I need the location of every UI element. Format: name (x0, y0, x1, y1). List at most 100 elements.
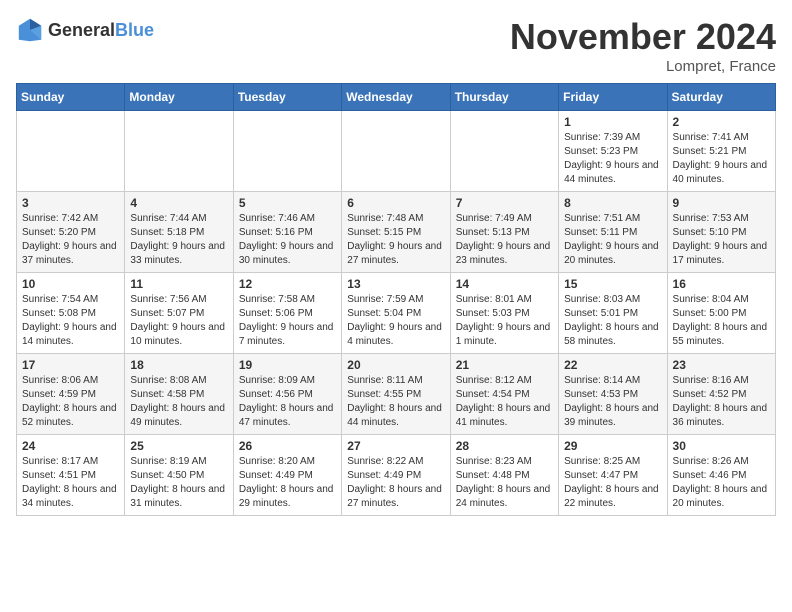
day-number: 19 (239, 358, 336, 372)
calendar-table: SundayMondayTuesdayWednesdayThursdayFrid… (16, 83, 776, 516)
calendar-cell: 2Sunrise: 7:41 AM Sunset: 5:21 PM Daylig… (667, 111, 775, 192)
day-info: Sunrise: 7:44 AM Sunset: 5:18 PM Dayligh… (130, 212, 227, 268)
day-number: 12 (239, 277, 336, 291)
calendar-cell: 27 Sunrise: 8:22 AM Sunset: 4:49 PM Dayli… (342, 435, 450, 516)
day-number: 29 (564, 439, 661, 453)
logo: GeneralBlue (16, 16, 154, 44)
weekday-header-thursday: Thursday (450, 84, 558, 111)
day-number: 15 (564, 277, 661, 291)
calendar-cell: 9 Sunrise: 7:53 AM Sunset: 5:10 PM Daylig… (667, 192, 775, 273)
day-info: Sunrise: 7:46 AM Sunset: 5:16 PM Dayligh… (239, 212, 336, 268)
day-number: 16 (673, 277, 770, 291)
day-info: Sunrise: 7:41 AM Sunset: 5:21 PM Dayligh… (673, 131, 770, 187)
calendar-cell: 23 Sunrise: 8:16 AM Sunset: 4:52 PM Dayli… (667, 354, 775, 435)
day-number: 5 (239, 196, 336, 210)
month-title: November 2024 (510, 16, 776, 58)
calendar-cell: 29 Sunrise: 8:25 AM Sunset: 4:47 PM Dayli… (559, 435, 667, 516)
calendar-cell (17, 111, 125, 192)
weekday-header-sunday: Sunday (17, 84, 125, 111)
logo-icon (16, 16, 44, 44)
calendar-cell: 22 Sunrise: 8:14 AM Sunset: 4:53 PM Dayli… (559, 354, 667, 435)
header: GeneralBlue November 2024 Lompret, Franc… (16, 16, 776, 75)
day-info: Sunrise: 8:20 AM Sunset: 4:49 PM Dayligh… (239, 455, 336, 511)
day-number: 1 (564, 115, 661, 129)
logo-text-general: General (48, 20, 115, 40)
day-info: Sunrise: 7:51 AM Sunset: 5:11 PM Dayligh… (564, 212, 661, 268)
day-number: 9 (673, 196, 770, 210)
calendar-cell: 19 Sunrise: 8:09 AM Sunset: 4:56 PM Dayli… (233, 354, 341, 435)
calendar-cell: 30 Sunrise: 8:26 AM Sunset: 4:46 PM Dayli… (667, 435, 775, 516)
day-info: Sunrise: 8:09 AM Sunset: 4:56 PM Dayligh… (239, 374, 336, 430)
weekday-header-row: SundayMondayTuesdayWednesdayThursdayFrid… (17, 84, 776, 111)
day-info: Sunrise: 8:12 AM Sunset: 4:54 PM Dayligh… (456, 374, 553, 430)
day-info: Sunrise: 8:22 AM Sunset: 4:49 PM Dayligh… (347, 455, 444, 511)
day-info: Sunrise: 8:19 AM Sunset: 4:50 PM Dayligh… (130, 455, 227, 511)
day-info: Sunrise: 8:17 AM Sunset: 4:51 PM Dayligh… (22, 455, 119, 511)
calendar-cell: 20Sunrise: 8:11 AM Sunset: 4:55 PM Dayli… (342, 354, 450, 435)
calendar-cell: 15 Sunrise: 8:03 AM Sunset: 5:01 PM Dayli… (559, 273, 667, 354)
day-info: Sunrise: 7:48 AM Sunset: 5:15 PM Dayligh… (347, 212, 444, 268)
day-number: 8 (564, 196, 661, 210)
calendar-cell: 26 Sunrise: 8:20 AM Sunset: 4:49 PM Dayli… (233, 435, 341, 516)
weekday-header-wednesday: Wednesday (342, 84, 450, 111)
week-row-3: 10 Sunrise: 7:54 AM Sunset: 5:08 PM Dayli… (17, 273, 776, 354)
day-number: 6 (347, 196, 444, 210)
calendar-cell (342, 111, 450, 192)
weekday-header-tuesday: Tuesday (233, 84, 341, 111)
day-number: 27 (347, 439, 444, 453)
day-number: 13 (347, 277, 444, 291)
calendar-cell: 21 Sunrise: 8:12 AM Sunset: 4:54 PM Dayli… (450, 354, 558, 435)
calendar-cell: 6 Sunrise: 7:48 AM Sunset: 5:15 PM Daylig… (342, 192, 450, 273)
weekday-header-monday: Monday (125, 84, 233, 111)
calendar-cell (233, 111, 341, 192)
day-info: Sunrise: 7:53 AM Sunset: 5:10 PM Dayligh… (673, 212, 770, 268)
day-number: 22 (564, 358, 661, 372)
calendar-cell: 13Sunrise: 7:59 AM Sunset: 5:04 PM Dayli… (342, 273, 450, 354)
calendar-cell: 28Sunrise: 8:23 AM Sunset: 4:48 PM Dayli… (450, 435, 558, 516)
day-info: Sunrise: 7:49 AM Sunset: 5:13 PM Dayligh… (456, 212, 553, 268)
day-number: 17 (22, 358, 119, 372)
day-info: Sunrise: 8:16 AM Sunset: 4:52 PM Dayligh… (673, 374, 770, 430)
calendar-cell: 14Sunrise: 8:01 AM Sunset: 5:03 PM Dayli… (450, 273, 558, 354)
day-info: Sunrise: 8:14 AM Sunset: 4:53 PM Dayligh… (564, 374, 661, 430)
calendar-cell: 16 Sunrise: 8:04 AM Sunset: 5:00 PM Dayli… (667, 273, 775, 354)
calendar-cell: 12 Sunrise: 7:58 AM Sunset: 5:06 PM Dayli… (233, 273, 341, 354)
day-number: 23 (673, 358, 770, 372)
calendar-cell (125, 111, 233, 192)
day-info: Sunrise: 7:58 AM Sunset: 5:06 PM Dayligh… (239, 293, 336, 349)
calendar-cell: 7 Sunrise: 7:49 AM Sunset: 5:13 PM Daylig… (450, 192, 558, 273)
day-number: 7 (456, 196, 553, 210)
day-number: 21 (456, 358, 553, 372)
calendar-cell: 25Sunrise: 8:19 AM Sunset: 4:50 PM Dayli… (125, 435, 233, 516)
day-number: 10 (22, 277, 119, 291)
day-info: Sunrise: 8:06 AM Sunset: 4:59 PM Dayligh… (22, 374, 119, 430)
day-info: Sunrise: 7:54 AM Sunset: 5:08 PM Dayligh… (22, 293, 119, 349)
calendar-cell (450, 111, 558, 192)
day-number: 28 (456, 439, 553, 453)
day-number: 26 (239, 439, 336, 453)
location: Lompret, France (510, 58, 776, 75)
day-number: 4 (130, 196, 227, 210)
day-number: 24 (22, 439, 119, 453)
day-number: 14 (456, 277, 553, 291)
day-number: 18 (130, 358, 227, 372)
day-info: Sunrise: 8:08 AM Sunset: 4:58 PM Dayligh… (130, 374, 227, 430)
week-row-2: 3Sunrise: 7:42 AM Sunset: 5:20 PM Daylig… (17, 192, 776, 273)
calendar-cell: 24 Sunrise: 8:17 AM Sunset: 4:51 PM Dayli… (17, 435, 125, 516)
day-info: Sunrise: 8:03 AM Sunset: 5:01 PM Dayligh… (564, 293, 661, 349)
day-info: Sunrise: 8:11 AM Sunset: 4:55 PM Dayligh… (347, 374, 444, 430)
day-info: Sunrise: 8:25 AM Sunset: 4:47 PM Dayligh… (564, 455, 661, 511)
calendar-cell: 17 Sunrise: 8:06 AM Sunset: 4:59 PM Dayli… (17, 354, 125, 435)
day-number: 30 (673, 439, 770, 453)
calendar-cell: 3Sunrise: 7:42 AM Sunset: 5:20 PM Daylig… (17, 192, 125, 273)
day-number: 11 (130, 277, 227, 291)
day-info: Sunrise: 8:26 AM Sunset: 4:46 PM Dayligh… (673, 455, 770, 511)
day-info: Sunrise: 7:56 AM Sunset: 5:07 PM Dayligh… (130, 293, 227, 349)
title-area: November 2024 Lompret, France (510, 16, 776, 75)
calendar-cell: 11 Sunrise: 7:56 AM Sunset: 5:07 PM Dayli… (125, 273, 233, 354)
week-row-1: 1Sunrise: 7:39 AM Sunset: 5:23 PM Daylig… (17, 111, 776, 192)
calendar-cell: 18 Sunrise: 8:08 AM Sunset: 4:58 PM Dayli… (125, 354, 233, 435)
calendar-cell: 4 Sunrise: 7:44 AM Sunset: 5:18 PM Daylig… (125, 192, 233, 273)
weekday-header-friday: Friday (559, 84, 667, 111)
day-info: Sunrise: 8:04 AM Sunset: 5:00 PM Dayligh… (673, 293, 770, 349)
